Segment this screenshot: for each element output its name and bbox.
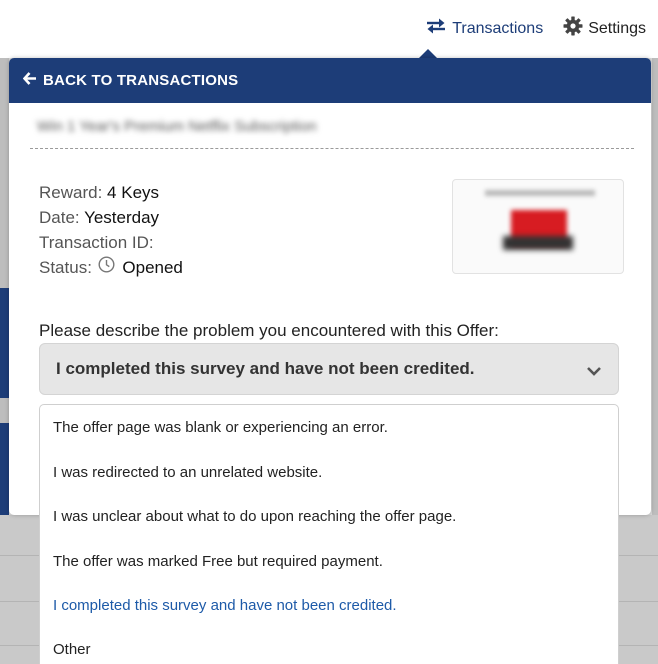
problem-select[interactable]: I completed this survey and have not bee… xyxy=(39,343,619,395)
date-row: Date: Yesterday xyxy=(39,205,183,230)
nav-settings-label: Settings xyxy=(588,19,646,37)
option-unclear[interactable]: I was unclear about what to do upon reac… xyxy=(53,508,456,525)
gear-icon xyxy=(563,16,583,41)
transaction-details: Reward: 4 Keys Date: Yesterday Transacti… xyxy=(39,180,183,280)
chevron-down-icon xyxy=(586,362,602,382)
date-label: Date: xyxy=(39,208,80,227)
top-nav: Transactions Settings xyxy=(425,16,646,41)
option-required-payment[interactable]: The offer was marked Free but required p… xyxy=(53,553,383,570)
nav-transactions-label: Transactions xyxy=(452,19,544,37)
nav-settings[interactable]: Settings xyxy=(563,16,646,41)
reward-value: 4 Keys xyxy=(107,183,160,202)
problem-question: Please describe the problem you encounte… xyxy=(39,321,499,340)
offer-thumbnail xyxy=(452,179,624,274)
option-other[interactable]: Other xyxy=(53,641,91,658)
back-to-transactions-label: BACK TO TRANSACTIONS xyxy=(43,72,239,89)
divider xyxy=(30,148,634,149)
transaction-id-row: Transaction ID: xyxy=(39,230,183,255)
back-to-transactions-button[interactable]: BACK TO TRANSACTIONS xyxy=(9,58,651,103)
problem-select-value: I completed this survey and have not bee… xyxy=(56,359,475,378)
problem-options-list: The offer page was blank or experiencing… xyxy=(39,404,619,664)
option-redirected[interactable]: I was redirected to an unrelated website… xyxy=(53,464,322,481)
reward-row: Reward: 4 Keys xyxy=(39,180,183,205)
option-blank-page[interactable]: The offer page was blank or experiencing… xyxy=(53,419,388,436)
status-row: Status: Opened xyxy=(39,255,183,280)
date-value: Yesterday xyxy=(84,208,160,227)
offer-title: Win 1 Year's Premium Netflix Subscriptio… xyxy=(37,118,317,135)
reward-label: Reward: xyxy=(39,183,103,202)
status-label: Status: xyxy=(39,258,92,277)
status-value: Opened xyxy=(122,258,183,277)
clock-icon xyxy=(98,255,115,280)
option-not-credited[interactable]: I completed this survey and have not bee… xyxy=(53,597,397,614)
arrow-left-icon xyxy=(22,72,37,89)
transaction-id-label: Transaction ID: xyxy=(39,233,154,252)
swap-arrows-icon xyxy=(425,17,447,40)
nav-transactions[interactable]: Transactions xyxy=(425,17,543,40)
